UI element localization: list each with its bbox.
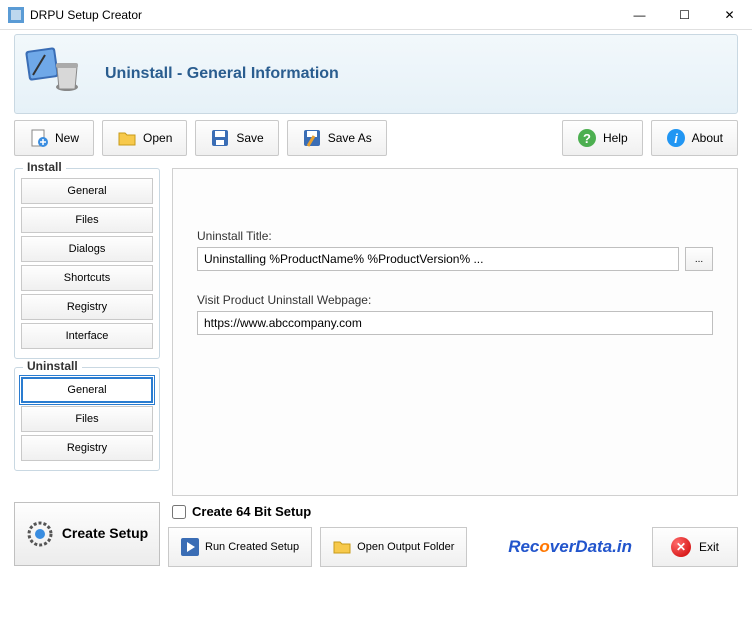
folder-icon bbox=[333, 538, 351, 556]
about-icon: i bbox=[666, 128, 686, 148]
save-button[interactable]: Save bbox=[195, 120, 278, 156]
browse-button[interactable]: ... bbox=[685, 247, 713, 271]
help-button[interactable]: ?Help bbox=[562, 120, 643, 156]
header-icon bbox=[25, 47, 85, 102]
header-banner: Uninstall - General Information bbox=[14, 34, 738, 114]
titlebar: DRPU Setup Creator — ☐ ✕ bbox=[0, 0, 752, 30]
sidebar-install-interface[interactable]: Interface bbox=[21, 323, 153, 349]
sidebar-install-shortcuts[interactable]: Shortcuts bbox=[21, 265, 153, 291]
open-output-folder-button[interactable]: Open Output Folder bbox=[320, 527, 467, 567]
save-icon bbox=[210, 128, 230, 148]
uninstall-group: Uninstall General Files Registry bbox=[14, 367, 160, 471]
install-group-title: Install bbox=[23, 160, 66, 174]
close-button[interactable]: ✕ bbox=[707, 0, 752, 29]
sidebar: Install General Files Dialogs Shortcuts … bbox=[14, 168, 160, 496]
app-icon bbox=[8, 7, 24, 23]
help-icon: ? bbox=[577, 128, 597, 148]
sidebar-install-registry[interactable]: Registry bbox=[21, 294, 153, 320]
sidebar-uninstall-general[interactable]: General bbox=[21, 377, 153, 403]
sidebar-install-dialogs[interactable]: Dialogs bbox=[21, 236, 153, 262]
uninstall-web-input[interactable] bbox=[197, 311, 713, 335]
new-button[interactable]: New bbox=[14, 120, 94, 156]
sidebar-install-files[interactable]: Files bbox=[21, 207, 153, 233]
minimize-button[interactable]: — bbox=[617, 0, 662, 29]
main-panel: Uninstall Title: ... Visit Product Unins… bbox=[172, 168, 738, 496]
exit-button[interactable]: ✕Exit bbox=[652, 527, 738, 567]
saveas-icon bbox=[302, 128, 322, 148]
maximize-button[interactable]: ☐ bbox=[662, 0, 707, 29]
uninstall-title-input[interactable] bbox=[197, 247, 679, 271]
run-created-setup-button[interactable]: Run Created Setup bbox=[168, 527, 312, 567]
close-icon: ✕ bbox=[671, 537, 691, 557]
svg-text:?: ? bbox=[583, 131, 591, 146]
install-group: Install General Files Dialogs Shortcuts … bbox=[14, 168, 160, 359]
create-64bit-label: Create 64 Bit Setup bbox=[192, 504, 311, 519]
gear-icon bbox=[26, 520, 54, 548]
create-64bit-checkbox[interactable] bbox=[172, 505, 186, 519]
uninstall-group-title: Uninstall bbox=[23, 359, 82, 373]
uninstall-title-label: Uninstall Title: bbox=[197, 229, 713, 243]
svg-text:i: i bbox=[674, 131, 678, 146]
footer: Create Setup Create 64 Bit Setup Run Cre… bbox=[14, 502, 738, 570]
new-icon bbox=[29, 128, 49, 148]
header-title: Uninstall - General Information bbox=[105, 65, 339, 83]
create-setup-button[interactable]: Create Setup bbox=[14, 502, 160, 566]
open-button[interactable]: Open bbox=[102, 120, 187, 156]
sidebar-uninstall-files[interactable]: Files bbox=[21, 406, 153, 432]
watermark: RecoverData.in bbox=[508, 537, 632, 557]
window-title: DRPU Setup Creator bbox=[30, 8, 617, 22]
sidebar-uninstall-registry[interactable]: Registry bbox=[21, 435, 153, 461]
about-button[interactable]: iAbout bbox=[651, 120, 738, 156]
uninstall-web-label: Visit Product Uninstall Webpage: bbox=[197, 293, 713, 307]
sidebar-install-general[interactable]: General bbox=[21, 178, 153, 204]
open-icon bbox=[117, 128, 137, 148]
toolbar: New Open Save Save As ?Help iAbout bbox=[14, 120, 738, 160]
saveas-button[interactable]: Save As bbox=[287, 120, 387, 156]
play-icon bbox=[181, 538, 199, 556]
